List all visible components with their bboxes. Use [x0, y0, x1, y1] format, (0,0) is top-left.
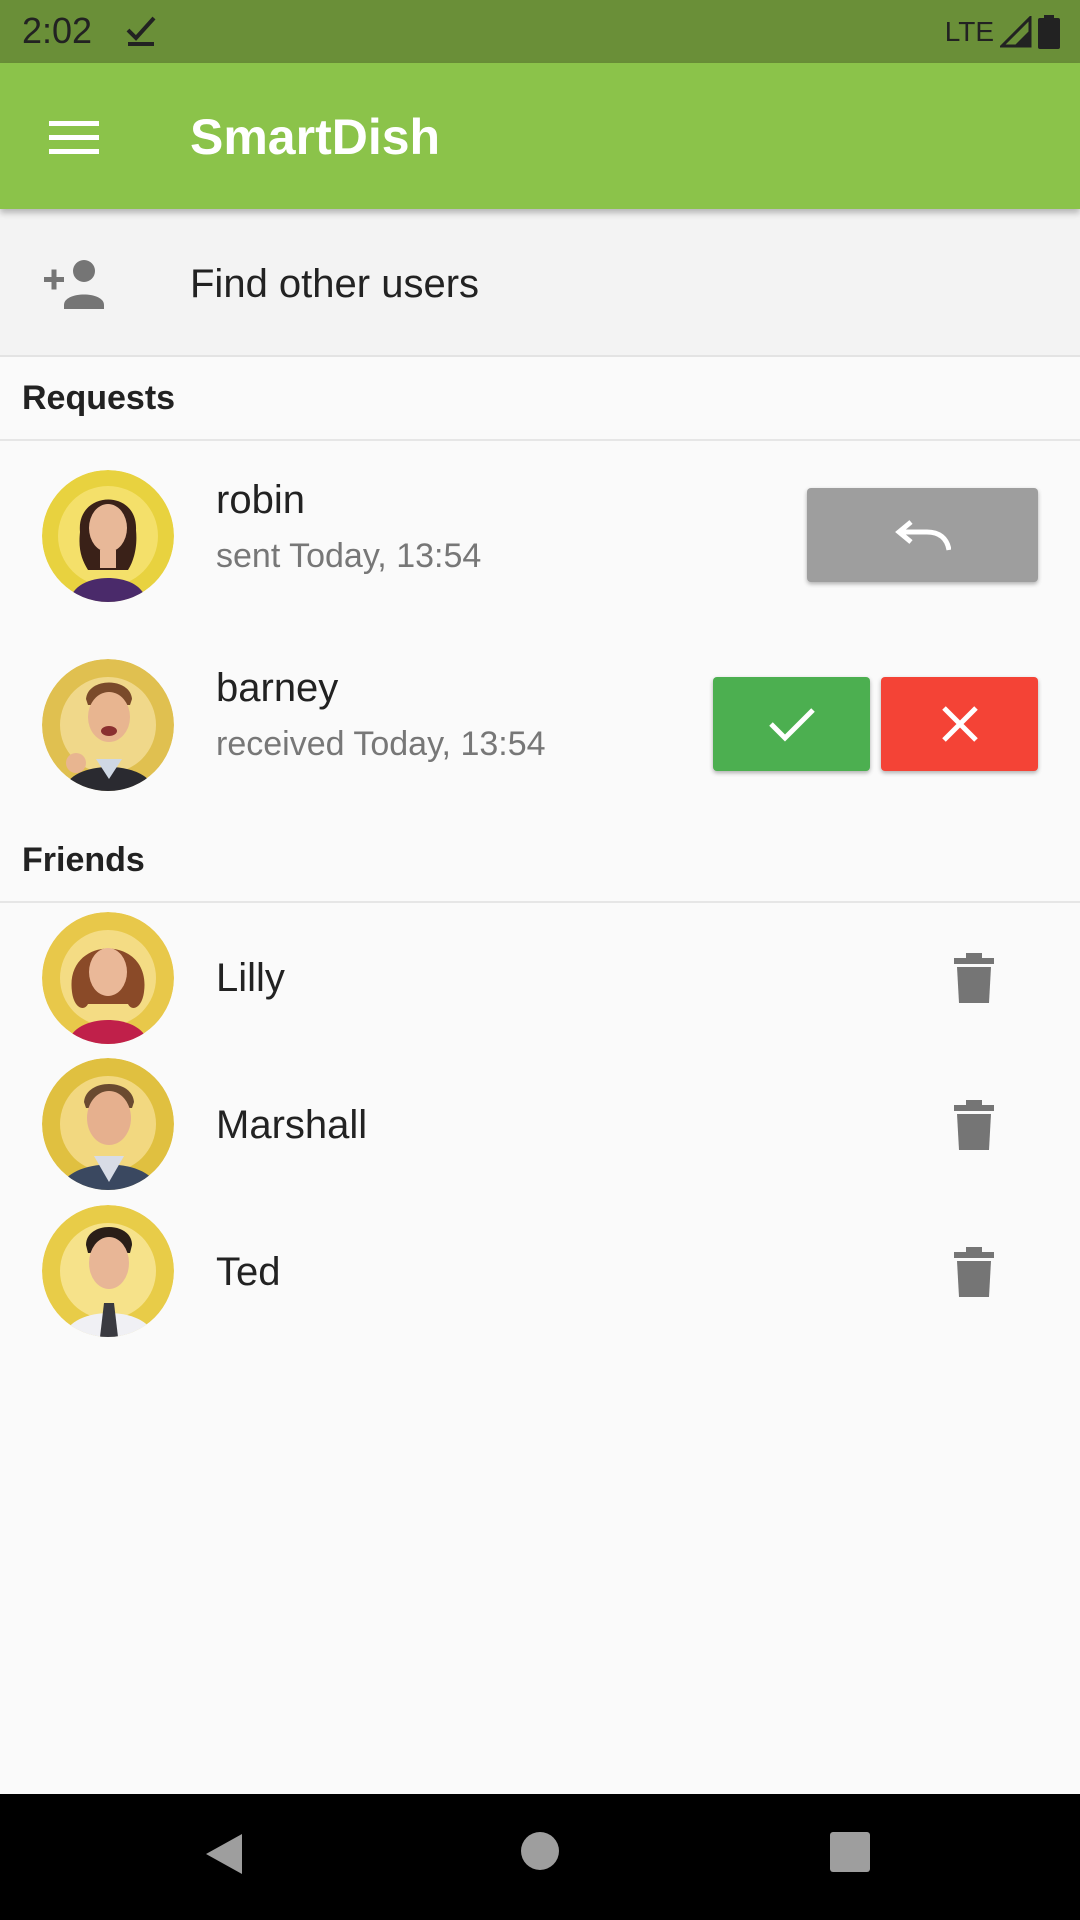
- undo-icon: [894, 520, 951, 551]
- home-icon[interactable]: [521, 1832, 559, 1870]
- avatar: [42, 659, 174, 791]
- friend-row: Ted: [0, 1199, 1080, 1346]
- check-icon: [768, 708, 815, 742]
- status-time: 2:02: [22, 10, 93, 51]
- delete-icon[interactable]: [952, 1247, 996, 1297]
- app-title: SmartDish: [190, 109, 441, 165]
- close-icon: [941, 706, 978, 742]
- requests-header: Requests: [0, 357, 1080, 441]
- request-status: sent Today, 13:54: [216, 537, 482, 575]
- friend-name: Marshall: [216, 1103, 368, 1147]
- avatar: [42, 912, 174, 1044]
- friend-row: Lilly: [0, 905, 1080, 1052]
- hamburger-menu-icon: [49, 121, 99, 154]
- find-users-label: Find other users: [190, 262, 480, 306]
- undo-request-button[interactable]: [807, 488, 1038, 582]
- app-bar: SmartDish: [0, 63, 1080, 209]
- friend-row: Marshall: [0, 1052, 1080, 1199]
- network-type: LTE: [944, 16, 994, 47]
- signal-icon: [1000, 16, 1032, 48]
- friends-header: Friends: [0, 819, 1080, 903]
- request-name: robin: [216, 478, 305, 522]
- person-add-icon: [44, 260, 104, 309]
- battery-icon: [1038, 15, 1060, 49]
- status-bar: 2:02 LTE: [0, 0, 1080, 63]
- accept-request-button[interactable]: [713, 677, 870, 771]
- avatar: [42, 1058, 174, 1190]
- system-nav-bar: [0, 1794, 1080, 1920]
- decline-request-button[interactable]: [881, 677, 1038, 771]
- request-status: received Today, 13:54: [216, 725, 546, 763]
- requests-title: Requests: [22, 379, 176, 417]
- menu-button[interactable]: [36, 107, 112, 167]
- delete-icon[interactable]: [952, 1100, 996, 1150]
- request-row: robin sent Today, 13:54: [0, 441, 1080, 629]
- friend-name: Ted: [216, 1250, 281, 1294]
- friends-title: Friends: [22, 841, 145, 879]
- friend-name: Lilly: [216, 956, 285, 1000]
- request-name: barney: [216, 666, 339, 710]
- back-icon[interactable]: [204, 1832, 244, 1876]
- status-indicators: LTE: [945, 12, 1060, 52]
- avatar: [42, 470, 174, 602]
- request-row: barney received Today, 13:54: [0, 629, 1080, 817]
- find-users-item[interactable]: Find other users: [0, 209, 1080, 357]
- download-done-icon: [126, 16, 156, 46]
- recent-apps-icon[interactable]: [830, 1832, 870, 1872]
- avatar: [42, 1205, 174, 1337]
- delete-icon[interactable]: [952, 953, 996, 1003]
